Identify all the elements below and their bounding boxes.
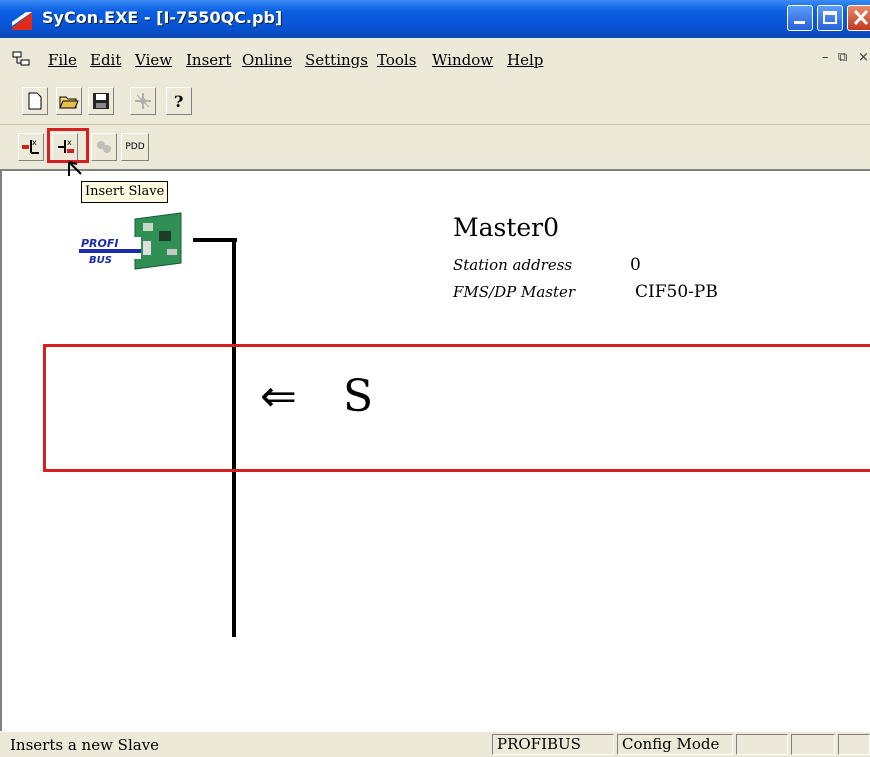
menu-edit[interactable]: Edit xyxy=(90,51,121,69)
status-bar: Inserts a new Slave PROFIBUS Config Mode xyxy=(0,731,870,757)
replace-device-button[interactable] xyxy=(91,133,117,161)
station-address-value: 0 xyxy=(630,255,641,275)
menu-bar: File Edit View Insert Online Settings To… xyxy=(0,38,870,83)
menu-window[interactable]: Window xyxy=(432,51,493,69)
mouse-cursor-icon xyxy=(68,161,82,176)
minimize-button[interactable] xyxy=(787,5,813,31)
save-disk-icon xyxy=(93,93,109,109)
mdi-minimize-icon[interactable]: – xyxy=(822,50,829,65)
bus-connector-horizontal xyxy=(193,238,237,242)
mdi-restore-icon[interactable]: ⧉ xyxy=(838,50,847,65)
document-icon xyxy=(12,51,30,66)
pdd-button[interactable]: PDD xyxy=(121,133,149,161)
maximize-icon xyxy=(823,11,837,24)
help-question-icon: ? xyxy=(174,92,183,111)
maximize-button[interactable] xyxy=(817,5,843,31)
status-mode: Config Mode xyxy=(617,734,733,755)
svg-text:x: x xyxy=(32,138,37,147)
status-panel-empty-1 xyxy=(736,734,788,755)
close-button[interactable] xyxy=(847,5,870,31)
network-toolbar: x x PDD xyxy=(0,125,870,171)
svg-text:PROFI: PROFI xyxy=(81,237,119,250)
profibus-card-icon: PROFI BUS xyxy=(79,212,182,270)
new-button[interactable] xyxy=(22,87,48,115)
menu-help[interactable]: Help xyxy=(507,51,543,69)
window-title: SyCon.EXE - [I-7550QC.pb] xyxy=(42,8,283,27)
svg-text:?: ? xyxy=(174,92,183,111)
master-name: Master0 xyxy=(453,213,560,242)
insert-slave-highlight xyxy=(47,128,89,163)
save-button[interactable] xyxy=(88,87,114,115)
insert-slave-tooltip: Insert Slave xyxy=(81,181,169,203)
station-address-label: Station address xyxy=(453,256,573,274)
new-file-icon xyxy=(28,92,42,110)
status-message: Inserts a new Slave xyxy=(10,736,160,754)
standard-toolbar: ? xyxy=(0,82,870,125)
close-icon xyxy=(853,9,869,26)
title-bar: SyCon.EXE - [I-7550QC.pb] xyxy=(0,0,870,38)
insert-master-button[interactable]: x xyxy=(18,133,44,161)
master-device-icon[interactable]: PROFI BUS xyxy=(77,211,187,273)
menu-insert[interactable]: Insert xyxy=(186,51,231,69)
svg-text:BUS: BUS xyxy=(89,255,112,266)
replace-device-icon xyxy=(97,141,111,153)
open-folder-icon xyxy=(59,96,79,109)
menu-settings[interactable]: Settings xyxy=(305,51,368,69)
mdi-close-icon[interactable]: × xyxy=(858,50,869,65)
master-type-label: FMS/DP Master xyxy=(453,283,576,301)
connect-button[interactable] xyxy=(130,87,156,115)
menu-file[interactable]: File xyxy=(48,51,77,69)
annotation-arrow: ⇐ xyxy=(260,371,297,422)
menu-online[interactable]: Online xyxy=(242,51,292,69)
status-panel-empty-3 xyxy=(838,734,870,755)
help-button[interactable]: ? xyxy=(166,87,192,115)
menu-tools[interactable]: Tools xyxy=(377,51,416,69)
minimize-icon xyxy=(794,21,805,24)
master-type-value: CIF50-PB xyxy=(635,282,718,302)
status-protocol: PROFIBUS xyxy=(492,734,614,755)
insert-master-icon: x xyxy=(22,138,39,154)
network-view: Insert Slave PROFI BUS Master0 Station a… xyxy=(0,161,870,731)
network-star-icon xyxy=(135,93,151,109)
open-button[interactable] xyxy=(56,87,82,115)
status-panel-empty-2 xyxy=(791,734,835,755)
annotation-slave-letter: S xyxy=(343,371,374,422)
menu-view[interactable]: View xyxy=(135,51,172,69)
sycon-app-icon xyxy=(12,12,32,30)
slave-insert-annotation-box xyxy=(43,344,870,472)
